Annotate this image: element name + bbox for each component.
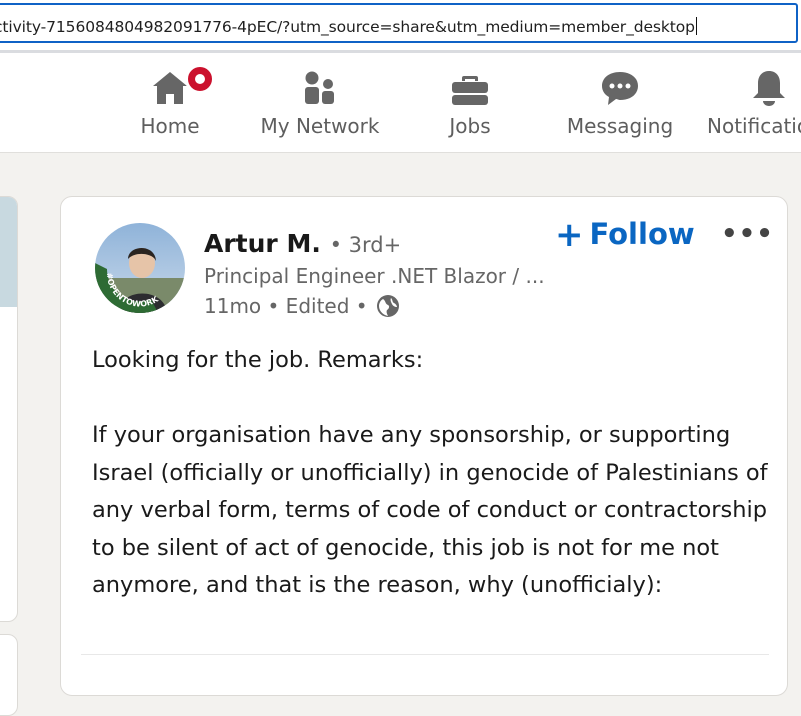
author-name-line: Artur M. • 3rd+	[204, 229, 401, 258]
text-caret	[695, 17, 697, 35]
nav-jobs-label: Jobs	[449, 114, 491, 138]
follow-button[interactable]: + Follow	[555, 215, 695, 255]
avatar-photo: #OPENTOWORK	[95, 223, 185, 313]
network-icon	[305, 71, 334, 104]
nav-messaging-label: Messaging	[566, 114, 674, 138]
global-nav: Home My Network Jobs Messaging Notificat…	[0, 53, 801, 153]
browser-address-bar: ctivity-7156084804982091776-4pEC/?utm_so…	[0, 0, 801, 50]
nav-my-network-label: My Network	[260, 114, 380, 138]
nav-notifications-label: Notificatio	[707, 114, 801, 138]
post-intro: Looking for the job. Remarks:	[92, 347, 424, 373]
author-name[interactable]: Artur M.	[204, 229, 321, 258]
nav-notifications[interactable]: Notificatio	[705, 53, 801, 152]
connection-degree: • 3rd+	[329, 233, 402, 257]
post-paragraph: If your organisation have any sponsorshi…	[92, 422, 768, 598]
briefcase-icon	[452, 76, 488, 105]
nav-jobs[interactable]: Jobs	[420, 53, 520, 152]
url-input[interactable]: ctivity-7156084804982091776-4pEC/?utm_so…	[0, 3, 798, 43]
bell-icon	[753, 71, 785, 106]
home-icon	[153, 72, 187, 104]
post-meta: 11mo • Edited •	[204, 294, 400, 318]
messaging-icon	[602, 72, 638, 105]
feed-post-card: #OPENTOWORK Artur M. • 3rd+ Principal En…	[60, 196, 788, 696]
post-body: Looking for the job. Remarks: If your or…	[92, 342, 772, 605]
author-headline: Principal Engineer .NET Blazor / ...	[204, 264, 545, 288]
nav-my-network[interactable]: My Network	[250, 53, 390, 152]
globe-icon	[376, 295, 399, 317]
notification-badge	[185, 64, 215, 94]
nav-messaging[interactable]: Messaging	[555, 53, 685, 152]
follow-label: Follow	[589, 217, 695, 251]
author-avatar[interactable]: #OPENTOWORK	[95, 223, 185, 313]
nav-home[interactable]: Home	[120, 53, 220, 152]
post-divider	[81, 654, 769, 655]
post-timestamp: 11mo • Edited •	[204, 294, 368, 318]
left-sidebar-card	[0, 196, 18, 622]
left-sidebar-card-2	[0, 634, 18, 716]
url-text: ctivity-7156084804982091776-4pEC/?utm_so…	[0, 18, 695, 36]
nav-home-label: Home	[140, 114, 200, 138]
more-options-button[interactable]: •••	[721, 219, 774, 249]
plus-icon: +	[555, 215, 584, 255]
